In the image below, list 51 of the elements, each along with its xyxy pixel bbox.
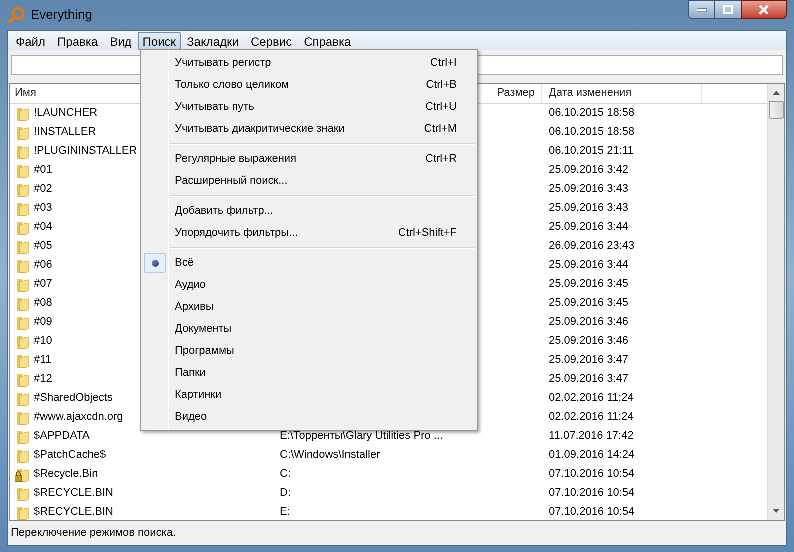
file-name: #09 xyxy=(34,315,52,330)
modified-date: 11.07.2016 17:42 xyxy=(549,430,634,442)
file-name: $PatchCache$ xyxy=(34,448,106,464)
file-path: E: xyxy=(280,506,290,518)
modified-date: 25.09.2016 3:47 xyxy=(549,373,629,386)
file-name: $RECYCLE.BIN xyxy=(34,505,114,520)
modified-date: 06.10.2015 18:58 xyxy=(549,126,635,138)
file-name: $RECYCLE.BIN xyxy=(34,486,114,502)
file-name: #06 xyxy=(34,258,52,274)
file-name: #SharedObjects xyxy=(34,391,113,406)
file-name: #01 xyxy=(34,163,52,178)
file-name: #11 xyxy=(34,353,52,368)
modified-date: 25.09.2016 3:46 xyxy=(549,335,629,348)
file-name: #02 xyxy=(34,182,52,198)
file-path: D: xyxy=(280,487,291,500)
file-path: C: xyxy=(280,468,291,480)
window-title: Everything xyxy=(31,6,92,24)
file-name: !PLUGININSTALLER xyxy=(34,144,138,160)
file-name: !LAUNCHER xyxy=(34,106,98,122)
modified-date: 26.09.2016 23:43 xyxy=(549,240,635,252)
modified-date: 07.10.2016 10:54 xyxy=(549,506,635,518)
modified-date: 06.10.2015 18:58 xyxy=(549,107,635,120)
file-name: #03 xyxy=(34,201,52,216)
file-name: #12 xyxy=(34,372,52,388)
modified-date: 25.09.2016 3:43 xyxy=(549,183,629,196)
file-path: E:\Торренты\Glary Utilities Pro ... xyxy=(280,430,444,442)
modified-date: 06.10.2015 21:11 xyxy=(549,145,634,158)
modified-date: 25.09.2016 3:43 xyxy=(549,202,629,214)
modified-date: 07.10.2016 10:54 xyxy=(549,468,635,480)
file-name: !INSTALLER xyxy=(34,125,96,140)
file-name: #www.ajaxcdn.org xyxy=(34,410,124,426)
status-text: Переключение режимов поиска. xyxy=(11,526,176,541)
file-name: #05 xyxy=(34,239,52,254)
modified-date: 02.02.2016 11:24 xyxy=(549,411,634,424)
modified-date: 25.09.2016 3:46 xyxy=(549,316,629,328)
file-name: #04 xyxy=(34,220,52,236)
file-name: #10 xyxy=(34,334,52,350)
file-name: $Recycle.Bin xyxy=(34,467,98,482)
modified-date: 25.09.2016 3:47 xyxy=(549,354,629,366)
modified-date: 25.09.2016 3:45 xyxy=(549,278,629,290)
file-name: $APPDATA xyxy=(34,429,90,444)
modified-date: 25.09.2016 3:44 xyxy=(549,221,629,234)
file-path: C:\Windows\Installer xyxy=(280,449,380,462)
modified-date: 25.09.2016 3:44 xyxy=(549,259,629,272)
file-name: #08 xyxy=(34,296,52,312)
modified-date: 25.09.2016 3:45 xyxy=(549,297,629,310)
modified-date: 07.10.2016 10:54 xyxy=(549,487,635,500)
modified-date: 01.09.2016 14:24 xyxy=(549,449,635,462)
modified-date: 02.02.2016 11:24 xyxy=(549,392,634,404)
modified-date: 25.09.2016 3:42 xyxy=(549,164,629,176)
file-name: #07 xyxy=(34,277,52,292)
